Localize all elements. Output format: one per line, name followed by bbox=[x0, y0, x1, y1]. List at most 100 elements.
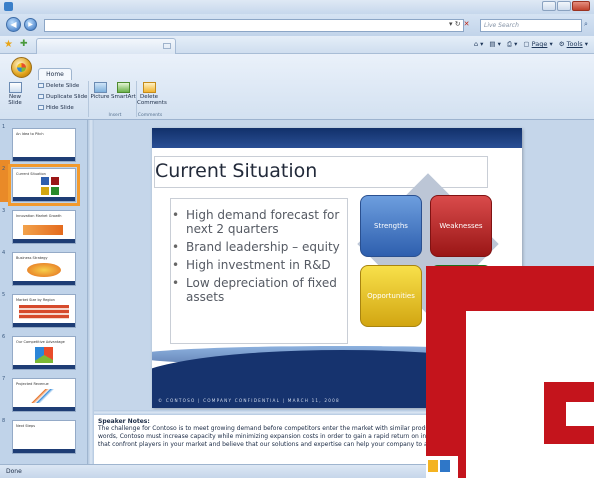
home-icon[interactable]: ⌂ ▾ bbox=[474, 40, 483, 49]
slide-footer-text: © CONTOSO | COMPANY CONFIDENTIAL | MARCH… bbox=[158, 398, 340, 403]
bullet-item: Brand leadership – equity bbox=[172, 240, 352, 254]
minimize-button[interactable] bbox=[542, 1, 556, 11]
thumbnail-number: 4 bbox=[2, 250, 6, 256]
thumbnail-slide-7[interactable]: Projected Revenue bbox=[12, 378, 76, 412]
thumbnail-number: 2 bbox=[2, 166, 6, 172]
forward-button[interactable]: ▶ bbox=[24, 18, 37, 31]
ie-icon bbox=[4, 2, 13, 11]
hide-slide-button[interactable]: Hide Slide bbox=[38, 105, 74, 111]
tools-menu[interactable]: ⚙ Tools ▾ bbox=[559, 40, 588, 49]
thumbnail-title: Market Size by Region bbox=[16, 298, 55, 302]
thumbnail-title: Next Steps bbox=[16, 424, 36, 428]
thumbnail-number: 5 bbox=[2, 292, 6, 298]
thumbnail-number: 1 bbox=[2, 124, 6, 130]
new-slide-icon bbox=[8, 82, 22, 93]
address-toolbar: ◀ ▶ ▾ ↻ ✕ Live Search ⌕ bbox=[0, 14, 594, 36]
delete-slide-button[interactable]: Delete Slide bbox=[38, 83, 79, 89]
print-icon[interactable]: ⎙ ▾ bbox=[507, 40, 518, 49]
thumbnail-title: Business Strategy bbox=[16, 256, 48, 260]
slide-header-band bbox=[152, 128, 522, 148]
delete-comments-button[interactable]: Delete Comments bbox=[137, 82, 167, 106]
thumbnail-diagram bbox=[27, 263, 61, 277]
thumbnail-slide-3[interactable]: Innovation Market Growth bbox=[12, 210, 76, 244]
thumbnail-title: Our Competitive Advantage bbox=[16, 340, 65, 344]
thumbnail-slide-4[interactable]: Business Strategy bbox=[12, 252, 76, 286]
thumbnail-swot-threats bbox=[51, 187, 59, 195]
bullet-item: High demand forecast for next 2 quarters bbox=[172, 208, 352, 236]
thumbnail-slide-2[interactable]: Current Situation bbox=[8, 164, 80, 206]
thumbnail-footer bbox=[13, 365, 75, 369]
thumbnail-footer bbox=[13, 157, 75, 161]
thumbnail-footer bbox=[13, 281, 75, 285]
browser-tab[interactable] bbox=[36, 38, 176, 54]
thumbnail-footer bbox=[13, 449, 75, 453]
thumbnail-swot-weaknesses bbox=[51, 177, 59, 185]
office-button[interactable] bbox=[11, 57, 32, 78]
slide-thumbnails-pane: 1 An Idea to Pitch 2 Current Situation 3… bbox=[0, 120, 88, 464]
status-text: Done bbox=[6, 468, 22, 475]
hide-slide-icon bbox=[38, 105, 44, 110]
thumbnail-number: 6 bbox=[2, 334, 6, 340]
thumbnail-footer bbox=[13, 197, 75, 201]
thumbnail-title: An Idea to Pitch bbox=[16, 132, 44, 136]
duplicate-slide-button[interactable]: Duplicate Slide bbox=[38, 94, 87, 100]
office-logo bbox=[426, 266, 594, 478]
delete-comments-icon bbox=[142, 82, 156, 93]
thumbnail-swot-opportunities bbox=[41, 187, 49, 195]
delete-slide-icon bbox=[38, 83, 44, 88]
thumbnail-number: 8 bbox=[2, 418, 6, 424]
smartart-button[interactable]: SmartArt bbox=[111, 82, 136, 100]
swot-opportunities-tile[interactable]: Opportunities bbox=[360, 265, 422, 327]
slide-title[interactable]: Current Situation bbox=[155, 160, 317, 182]
search-icon[interactable]: ⌕ bbox=[584, 20, 588, 29]
favorites-command-bar: ★ ✚ ⌂ ▾ ▤ ▾ ⎙ ▾ ▢ Page ▾ ⚙ Tools ▾ bbox=[0, 36, 594, 54]
feeds-icon[interactable]: ▤ ▾ bbox=[489, 40, 500, 49]
thumbnail-slide-5[interactable]: Market Size by Region bbox=[12, 294, 76, 328]
swot-weaknesses-tile[interactable]: Weaknesses bbox=[430, 195, 492, 257]
thumbnail-swot-strengths bbox=[41, 177, 49, 185]
add-favorites-icon[interactable]: ✚ bbox=[20, 39, 28, 49]
bullet-item: Low depreciation of fixed assets bbox=[172, 276, 352, 304]
thumbnail-number: 7 bbox=[2, 376, 6, 382]
new-tab-icon[interactable] bbox=[163, 43, 171, 49]
thumbnail-number: 3 bbox=[2, 208, 6, 214]
thumbnail-slide-6[interactable]: Our Competitive Advantage bbox=[12, 336, 76, 370]
back-button[interactable]: ◀ bbox=[6, 17, 21, 32]
thumbnail-footer bbox=[13, 323, 75, 327]
picture-icon bbox=[93, 82, 107, 93]
maximize-button[interactable] bbox=[557, 1, 571, 11]
thumbnail-slide-1[interactable]: An Idea to Pitch bbox=[12, 128, 76, 162]
thumbnail-title: Projected Revenue bbox=[16, 382, 49, 386]
favorites-star-icon[interactable]: ★ bbox=[4, 39, 13, 50]
office-logo-notch bbox=[566, 402, 594, 426]
thumbnail-slide-8[interactable]: Next Steps bbox=[12, 420, 76, 454]
address-input[interactable] bbox=[44, 19, 464, 32]
ribbon: Home New Slide Delete Slide Duplicate Sl… bbox=[0, 54, 594, 120]
office-logo-fragment bbox=[426, 456, 458, 478]
insert-group-label: Insert bbox=[108, 113, 122, 118]
refresh-stop-icons[interactable]: ▾ ↻ ✕ bbox=[449, 20, 469, 28]
command-buttons: ⌂ ▾ ▤ ▾ ⎙ ▾ ▢ Page ▾ ⚙ Tools ▾ bbox=[474, 40, 588, 49]
search-input[interactable]: Live Search bbox=[480, 19, 582, 32]
stop-icon[interactable]: ✕ bbox=[464, 20, 470, 28]
new-slide-button[interactable]: New Slide bbox=[6, 82, 24, 106]
window-controls bbox=[542, 1, 590, 11]
picture-button[interactable]: Picture bbox=[90, 82, 110, 100]
thumbnail-title: Innovation Market Growth bbox=[16, 214, 62, 218]
close-window-button[interactable] bbox=[572, 1, 590, 11]
thumbnail-title: Current Situation bbox=[16, 172, 46, 176]
page-menu[interactable]: ▢ Page ▾ bbox=[523, 40, 552, 49]
thumbnail-bar-chart bbox=[23, 225, 63, 235]
thumbnail-footer bbox=[13, 407, 75, 411]
bullet-item: High investment in R&D bbox=[172, 258, 352, 272]
thumbnail-funnel bbox=[35, 347, 53, 363]
comments-group-label: Comments bbox=[137, 113, 163, 118]
duplicate-slide-icon bbox=[38, 94, 44, 99]
smartart-icon bbox=[116, 82, 130, 93]
bullet-list[interactable]: High demand forecast for next 2 quarters… bbox=[172, 208, 352, 308]
thumbnail-table bbox=[19, 305, 69, 319]
thumbnail-footer bbox=[13, 239, 75, 243]
window-title-bar bbox=[0, 0, 594, 14]
swot-strengths-tile[interactable]: Strengths bbox=[360, 195, 422, 257]
tab-home[interactable]: Home bbox=[38, 68, 72, 80]
